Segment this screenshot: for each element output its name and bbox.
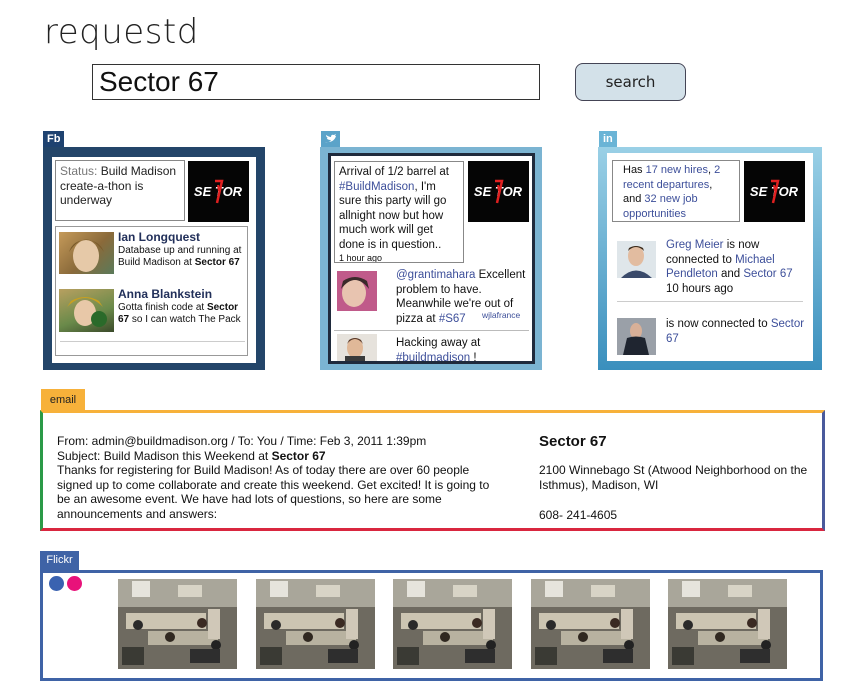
tweet-time: 1 hour ago xyxy=(339,253,383,263)
avatar[interactable] xyxy=(59,289,114,332)
tweet-text: Hacking away at xyxy=(396,337,481,349)
avatar-art xyxy=(337,334,377,361)
tweet-text-end: ! xyxy=(473,351,477,364)
avatar-art xyxy=(67,297,107,327)
linkedin-tab[interactable]: in xyxy=(599,131,617,147)
avatar-art xyxy=(617,241,656,278)
user-handle-link[interactable]: @grantimahara xyxy=(396,269,475,281)
update-text: and xyxy=(721,268,741,280)
contact-phone: 608- 241-4605 xyxy=(539,508,618,522)
flickr-photo-image xyxy=(531,579,650,669)
avatar[interactable] xyxy=(617,318,656,355)
linkedin-update-2: is now connected to Sector 67 xyxy=(666,317,806,346)
facebook-post-1: Ian Longquest Database up and running at… xyxy=(118,231,250,269)
sector67-logo-art: SE TOR xyxy=(474,179,523,204)
tweet-text: Arrival of 1/2 barrel at xyxy=(339,166,449,178)
facebook-post-2: Anna Blankstein Gotta finish code at Sec… xyxy=(118,288,250,326)
flickr-photo-image xyxy=(668,579,787,669)
avatar[interactable] xyxy=(337,271,377,311)
company-link[interactable]: Sector 67 xyxy=(743,268,792,280)
email-header: From: admin@buildmadison.org / To: You /… xyxy=(57,434,427,448)
post-author[interactable]: Ian Longquest xyxy=(118,231,250,243)
tweet-main: Arrival of 1/2 barrel at #BuildMadison, … xyxy=(334,161,464,263)
contact-name: Sector 67 xyxy=(539,433,607,450)
subject-bold: Sector 67 xyxy=(271,448,326,463)
sector67-logo-art: SE TOR xyxy=(194,179,243,204)
app-logo: requestd xyxy=(44,12,199,52)
email-body: Thanks for registering for Build Madison… xyxy=(57,463,490,521)
avatar-art xyxy=(337,271,377,311)
retweet-by[interactable]: wjlafrance xyxy=(482,310,520,320)
post-text: Database up and running at Build Madison… xyxy=(118,245,250,269)
update-time: 10 hours ago xyxy=(666,282,734,295)
tweet-3: Hacking away at #buildmadison ! xyxy=(396,336,530,365)
hashtag-link[interactable]: #S67 xyxy=(439,313,466,325)
flickr-blue-dot-icon xyxy=(49,576,64,591)
search-input[interactable] xyxy=(92,64,540,100)
new-hires-link[interactable]: 17 new hires xyxy=(646,164,708,176)
sector67-logo: SE TOR xyxy=(468,161,529,222)
flickr-photo[interactable] xyxy=(393,579,512,669)
update-text: is now connected to xyxy=(666,318,768,330)
post-author[interactable]: Anna Blankstein xyxy=(118,288,250,300)
subject-text: Subject: Build Madison this Weekend at xyxy=(57,448,269,463)
sector67-logo-art: SE TOR xyxy=(750,179,799,204)
status-label: Status: xyxy=(60,164,98,178)
linkedin-summary: Has 17 new hires, 2 recent departures, a… xyxy=(612,160,740,222)
divider xyxy=(334,330,529,331)
flickr-photo[interactable] xyxy=(256,579,375,669)
flickr-photo-image xyxy=(256,579,375,669)
summary-text: Has xyxy=(623,164,643,176)
hashtag-link[interactable]: #buildmadison xyxy=(396,352,470,364)
sector67-logo: SE TOR xyxy=(744,161,805,222)
email-subject: Subject: Build Madison this Weekend at S… xyxy=(57,449,497,464)
flickr-photo[interactable] xyxy=(668,579,787,669)
flickr-photo-image xyxy=(118,579,237,669)
contact-card: Sector 67 2100 Winnebago St (Atwood Neig… xyxy=(539,434,809,523)
twitter-bird-icon xyxy=(325,134,336,143)
post-text: Gotta finish code at Sector 67 so I can … xyxy=(118,302,250,326)
email-message: From: admin@buildmadison.org / To: You /… xyxy=(57,434,497,521)
avatar-art xyxy=(69,239,104,272)
flickr-pink-dot-icon xyxy=(67,576,82,591)
summary-sep: , xyxy=(708,164,712,176)
email-tab[interactable]: email xyxy=(41,389,85,412)
divider xyxy=(617,301,803,302)
flickr-photo[interactable] xyxy=(118,579,237,669)
flickr-photo-image xyxy=(393,579,512,669)
hashtag-link[interactable]: #BuildMadison xyxy=(339,181,414,193)
avatar[interactable] xyxy=(59,232,114,274)
person-link[interactable]: Greg Meier xyxy=(666,239,724,251)
post-body-end: so I can watch The Pack xyxy=(131,314,241,325)
divider xyxy=(60,341,245,342)
contact-address: 2100 Winnebago St (Atwood Neighborhood o… xyxy=(539,463,808,492)
flickr-photo[interactable] xyxy=(531,579,650,669)
post-bold[interactable]: Sector 67 xyxy=(195,257,240,268)
avatar[interactable] xyxy=(617,241,656,278)
search-button[interactable]: search xyxy=(575,63,686,101)
linkedin-update-1: Greg Meier is now connected to Michael P… xyxy=(666,238,806,296)
sector67-logo: SE TOR xyxy=(188,161,249,222)
avatar[interactable] xyxy=(337,334,377,361)
twitter-tab[interactable] xyxy=(321,131,340,147)
flickr-tab[interactable]: Flickr xyxy=(40,551,79,570)
post-body: Gotta finish code at xyxy=(118,302,205,313)
facebook-tab[interactable]: Fb xyxy=(43,131,65,147)
facebook-status: Status: Build Madison create-a-thon is u… xyxy=(55,160,185,221)
avatar-art xyxy=(617,318,656,355)
